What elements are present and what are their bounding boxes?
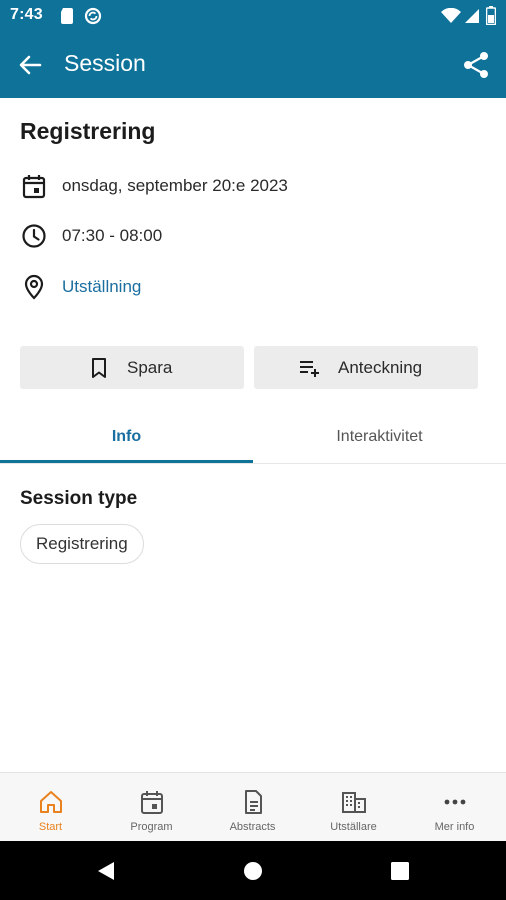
nav-item-label: Utställare xyxy=(330,821,377,833)
system-nav-bar xyxy=(0,841,506,900)
more-icon xyxy=(444,799,466,805)
session-location-link[interactable]: Utställning xyxy=(62,277,141,297)
bottom-nav: Start Program Abstracts Utställare Mer i… xyxy=(0,772,506,841)
app-bar: Session xyxy=(0,32,506,98)
tab-bar: Info Interaktivitet xyxy=(0,412,506,464)
status-bar: 7:43 xyxy=(0,0,506,32)
home-circle-icon[interactable] xyxy=(242,860,264,882)
nav-item-mer-info[interactable]: Mer info xyxy=(404,773,505,842)
bookmark-icon xyxy=(92,358,106,378)
nav-item-label: Mer info xyxy=(434,821,475,833)
nav-item-utstallare[interactable]: Utställare xyxy=(303,773,404,842)
status-time: 7:43 xyxy=(10,6,43,23)
page-title: Session xyxy=(64,50,146,76)
arrow-back-icon[interactable] xyxy=(14,49,46,81)
session-type-heading: Session type xyxy=(20,488,138,509)
clock-icon xyxy=(22,224,46,248)
calendar-icon xyxy=(141,791,163,814)
sync-icon xyxy=(84,7,102,25)
signal-icon xyxy=(465,9,479,23)
session-type-chip[interactable]: Registrering xyxy=(20,524,144,564)
home-icon xyxy=(40,791,62,813)
nav-item-label: Start xyxy=(38,821,63,833)
wifi-icon xyxy=(441,8,461,23)
save-button-label: Spara xyxy=(127,358,173,377)
session-time-row: 07:30 - 08:00 xyxy=(20,222,480,252)
nav-item-abstracts[interactable]: Abstracts xyxy=(202,773,303,842)
nav-item-label: Program xyxy=(130,821,173,833)
playlist-add-icon xyxy=(300,361,319,377)
share-icon[interactable] xyxy=(460,49,492,81)
battery-icon xyxy=(486,6,496,25)
document-icon xyxy=(245,790,262,814)
building-icon xyxy=(342,792,366,813)
session-date-row: onsdag, september 20:e 2023 xyxy=(20,172,480,202)
tab-info[interactable]: Info xyxy=(0,412,253,463)
session-date: onsdag, september 20:e 2023 xyxy=(62,176,288,195)
calendar-icon xyxy=(22,175,46,199)
session-time: 07:30 - 08:00 xyxy=(62,226,163,245)
session-location-row[interactable]: Utställning xyxy=(20,273,480,303)
tab-interaktivitet[interactable]: Interaktivitet xyxy=(253,412,506,463)
save-button[interactable]: Spara xyxy=(20,346,244,389)
add-note-button[interactable]: Anteckning xyxy=(254,346,478,389)
sd-card-icon xyxy=(61,8,73,24)
recents-square-icon[interactable] xyxy=(389,860,411,882)
location-pin-icon xyxy=(24,274,44,300)
back-triangle-icon[interactable] xyxy=(95,860,117,882)
session-title: Registrering xyxy=(20,118,156,144)
nav-item-program[interactable]: Program xyxy=(101,773,202,842)
add-note-button-label: Anteckning xyxy=(338,358,423,377)
nav-item-start[interactable]: Start xyxy=(0,773,101,842)
nav-item-label: Abstracts xyxy=(229,821,276,833)
